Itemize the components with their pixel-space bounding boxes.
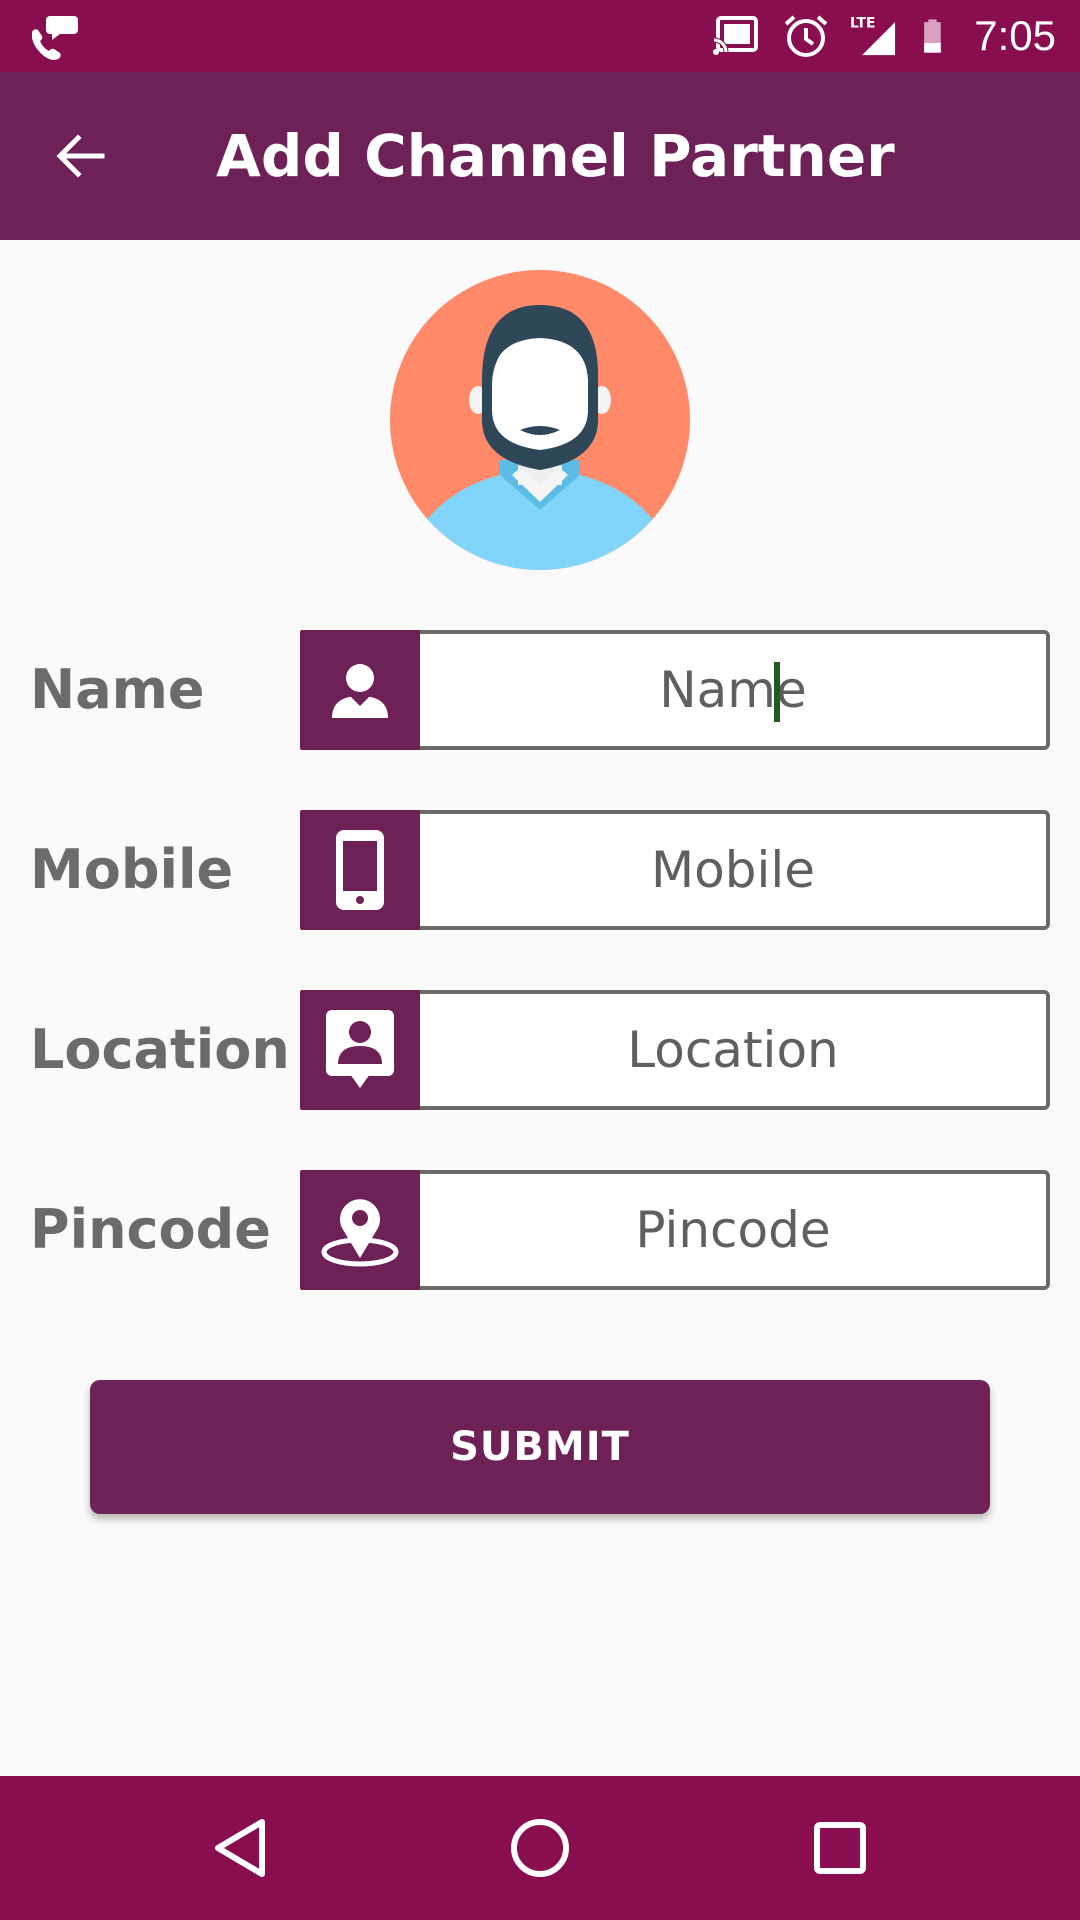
pincode-label: Pincode bbox=[30, 1198, 271, 1261]
avatar bbox=[390, 270, 690, 570]
recents-square-icon bbox=[814, 1822, 866, 1874]
location-field[interactable] bbox=[300, 990, 1050, 1110]
back-triangle-icon bbox=[215, 1819, 265, 1877]
home-circle-icon bbox=[511, 1819, 569, 1877]
pincode-field[interactable] bbox=[300, 1170, 1050, 1290]
svg-text:LTE: LTE bbox=[850, 15, 875, 31]
battery-icon bbox=[924, 19, 942, 53]
phone-chat-icon bbox=[32, 16, 78, 60]
clock: 7:05 bbox=[974, 12, 1056, 59]
mobile-row: Mobile bbox=[0, 810, 1080, 930]
name-label: Name bbox=[30, 658, 205, 721]
back-button[interactable] bbox=[40, 116, 120, 196]
name-input[interactable] bbox=[420, 634, 1046, 746]
arrow-left-icon bbox=[56, 134, 105, 178]
nav-back-button[interactable] bbox=[190, 1798, 290, 1898]
pincode-input[interactable] bbox=[420, 1174, 1046, 1286]
signal-icon: LTE bbox=[850, 15, 896, 56]
text-cursor bbox=[774, 662, 780, 722]
app-bar: Add Channel Partner bbox=[0, 72, 1080, 240]
navigation-bar bbox=[0, 1776, 1080, 1920]
nav-recents-button[interactable] bbox=[790, 1798, 890, 1898]
pincode-icon-box bbox=[300, 1170, 420, 1290]
alarm-icon bbox=[784, 15, 828, 57]
status-bar: LTE 7:05 bbox=[0, 0, 1080, 72]
mobile-label: Mobile bbox=[30, 838, 234, 901]
location-icon-box bbox=[300, 990, 420, 1110]
name-field[interactable] bbox=[300, 630, 1050, 750]
map-pin-icon bbox=[321, 1199, 399, 1267]
pincode-row: Pincode bbox=[0, 1170, 1080, 1290]
location-input[interactable] bbox=[420, 994, 1046, 1106]
smartphone-icon bbox=[336, 830, 384, 910]
mobile-input[interactable] bbox=[420, 814, 1046, 926]
contact-card-icon bbox=[326, 1010, 394, 1088]
person-icon bbox=[332, 664, 388, 718]
name-icon-box bbox=[300, 630, 420, 750]
mobile-icon-box bbox=[300, 810, 420, 930]
page-title: Add Channel Partner bbox=[216, 122, 895, 190]
location-label: Location bbox=[30, 1018, 290, 1081]
location-row: Location bbox=[0, 990, 1080, 1110]
nav-home-button[interactable] bbox=[490, 1798, 590, 1898]
cast-icon bbox=[713, 16, 759, 55]
mobile-field[interactable] bbox=[300, 810, 1050, 930]
submit-button[interactable]: SUBMIT bbox=[90, 1380, 990, 1514]
name-row: Name bbox=[0, 630, 1080, 750]
